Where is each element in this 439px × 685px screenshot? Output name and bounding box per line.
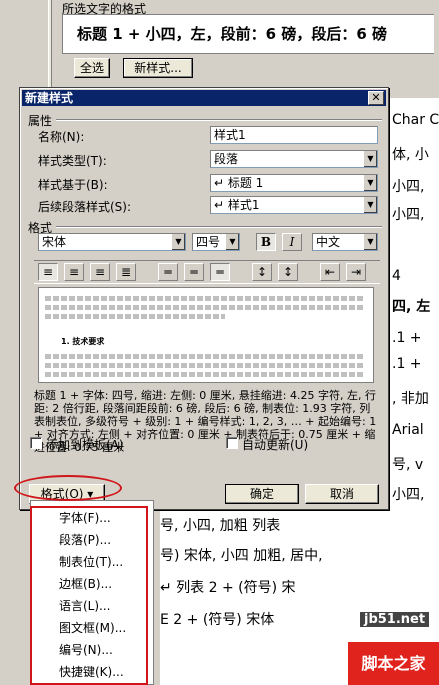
new-style-dialog: 新建样式 ✕ 属性 名称(N): 样式1 样式类型(T): 段落 ▼ 样式基于(…: [19, 87, 389, 510]
space-after-icon[interactable]: ↕: [278, 263, 298, 281]
doc-line: 号, v: [392, 457, 424, 473]
increase-indent-icon[interactable]: ⇥: [346, 263, 366, 281]
chevron-down-icon[interactable]: ▼: [363, 151, 377, 167]
based-on-label: 样式基于(B):: [38, 178, 108, 192]
chevron-down-icon[interactable]: ▼: [363, 197, 377, 213]
auto-update-label: 自动更新(U): [242, 438, 309, 452]
divider: [56, 226, 382, 228]
list-item[interactable]: ↵ 列表 2 + (符号) 宋: [160, 577, 296, 597]
based-on-select[interactable]: ↵ 标题 1 ▼: [210, 174, 378, 192]
doc-line: 小四,: [392, 487, 425, 503]
add-to-template-label: 添加到模板(A): [46, 438, 124, 452]
list-item[interactable]: E 2 + (符号) 宋体: [160, 609, 274, 629]
chevron-down-icon[interactable]: ▼: [363, 175, 377, 191]
font-size-select[interactable]: 四号 ▼: [192, 233, 240, 251]
list-item[interactable]: 号, 小四, 加粗 列表: [160, 515, 280, 535]
name-label: 名称(N):: [38, 130, 85, 144]
cancel-button[interactable]: 取消: [305, 484, 379, 504]
doc-line: , 非加: [392, 391, 429, 407]
properties-group-title: 属性: [28, 114, 53, 128]
based-on-value: ↵ 标题 1: [214, 176, 264, 190]
style-type-label: 样式类型(T):: [38, 154, 107, 168]
next-style-value: ↵ 样式1: [214, 198, 260, 212]
new-style-button[interactable]: 新样式...: [123, 58, 193, 78]
highlight-rectangle: [30, 506, 148, 685]
divider: [56, 119, 382, 121]
style-type-value: 段落: [214, 152, 239, 166]
selected-format-box[interactable]: 标题 1 + 小四，左，段前：6 磅，段后：6 磅: [62, 14, 434, 54]
ok-button[interactable]: 确定: [225, 484, 299, 504]
align-left-icon[interactable]: ≡: [38, 263, 58, 281]
preview-heading: 1. 技术要求: [61, 337, 105, 346]
preview-placeholder-line: [45, 363, 365, 368]
language-select[interactable]: 中文 ▼: [312, 233, 378, 251]
style-preview: 1. 技术要求: [38, 287, 374, 383]
doc-line: 体, 小: [392, 147, 429, 163]
language-value: 中文: [316, 235, 341, 249]
chevron-down-icon[interactable]: ▼: [171, 234, 185, 250]
chevron-down-icon[interactable]: ▼: [363, 234, 377, 250]
double-spacing-icon[interactable]: ═: [210, 263, 230, 281]
preview-placeholder-line: [45, 354, 365, 359]
preview-placeholder-line: [45, 372, 365, 377]
dialog-titlebar[interactable]: 新建样式 ✕: [22, 90, 386, 106]
doc-line: .1 +: [392, 330, 422, 346]
one-half-spacing-icon[interactable]: ═: [184, 263, 204, 281]
doc-line: 小四,: [392, 207, 425, 223]
decrease-indent-icon[interactable]: ⇤: [320, 263, 340, 281]
add-to-template-checkbox[interactable]: [30, 437, 42, 449]
bold-button[interactable]: B: [256, 233, 276, 251]
watermark-site: jb51.net: [360, 612, 430, 627]
chevron-down-icon[interactable]: ▼: [225, 234, 239, 250]
highlight-ellipse: [14, 475, 122, 501]
doc-line: 小四,: [392, 179, 425, 195]
font-select[interactable]: 宋体 ▼: [38, 233, 186, 251]
close-icon[interactable]: ✕: [368, 91, 384, 105]
font-size-value: 四号: [196, 235, 221, 249]
doc-line: 4: [392, 268, 401, 284]
auto-update-checkbox[interactable]: [226, 437, 238, 449]
next-style-label: 后续段落样式(S):: [38, 200, 132, 214]
preview-placeholder-line: [45, 296, 365, 301]
watermark-brand: 脚本之家: [348, 642, 439, 685]
doc-line: Arial: [392, 422, 424, 438]
space-before-icon[interactable]: ↕: [252, 263, 272, 281]
single-spacing-icon[interactable]: ═: [158, 263, 178, 281]
align-center-icon[interactable]: ≡: [64, 263, 84, 281]
doc-line: .1 +: [392, 356, 422, 372]
dialog-title: 新建样式: [25, 91, 74, 105]
style-type-select[interactable]: 段落 ▼: [210, 150, 378, 168]
style-name-input[interactable]: 样式1: [210, 126, 378, 144]
align-right-icon[interactable]: ≡: [90, 263, 110, 281]
doc-line: 四, 左: [392, 299, 431, 315]
next-style-select[interactable]: ↵ 样式1 ▼: [210, 196, 378, 214]
justify-icon[interactable]: ≣: [116, 263, 136, 281]
italic-button[interactable]: I: [282, 233, 302, 251]
select-all-button[interactable]: 全选: [74, 58, 110, 78]
doc-line: Char Cha: [392, 112, 439, 128]
preview-placeholder-line: [45, 314, 225, 319]
list-item[interactable]: 号) 宋体, 小四 加粗, 居中,: [160, 545, 323, 565]
font-value: 宋体: [42, 235, 67, 249]
preview-placeholder-line: [45, 305, 365, 310]
